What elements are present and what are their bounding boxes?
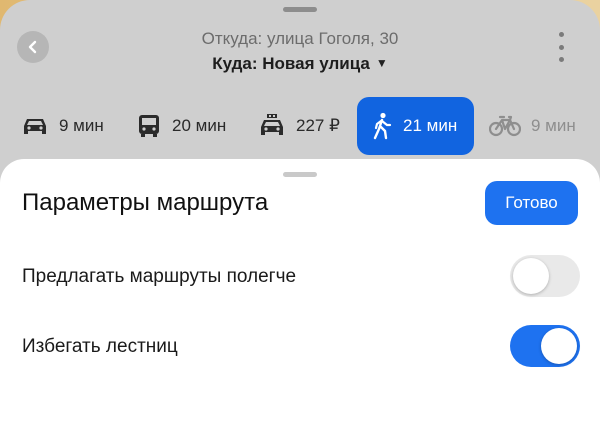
- route-from-field[interactable]: Откуда: улица Гоголя, 30: [0, 29, 600, 49]
- mode-label: 21 мин: [403, 116, 458, 135]
- more-options-button[interactable]: [553, 32, 569, 62]
- walking-icon: [373, 112, 392, 140]
- bicycle-icon: [489, 115, 521, 137]
- sheet-title: Параметры маршрута: [22, 189, 269, 216]
- dropdown-caret-icon: ▼: [375, 56, 388, 70]
- sheet-drag-handle[interactable]: [283, 172, 317, 177]
- done-button[interactable]: Готово: [485, 181, 578, 225]
- option-avoid-stairs-label: Избегать лестниц: [22, 336, 178, 357]
- top-drag-handle[interactable]: [283, 7, 317, 12]
- option-easier-routes-label: Предлагать маршруты полегче: [22, 266, 297, 287]
- mode-taxi[interactable]: 227 ₽: [258, 97, 340, 155]
- dot-icon: [558, 44, 564, 50]
- mode-label: 227 ₽: [296, 116, 340, 135]
- mode-label: 9 мин: [59, 116, 104, 135]
- route-to-field[interactable]: Куда: Новая улица ▼: [0, 54, 600, 74]
- mode-bus[interactable]: 20 мин: [136, 97, 226, 155]
- mode-label: 20 мин: [172, 116, 227, 135]
- dot-icon: [558, 32, 564, 37]
- toggle-knob: [513, 258, 549, 294]
- mode-walking[interactable]: 21 мин: [357, 97, 474, 155]
- mode-car[interactable]: 9 мин: [21, 97, 104, 155]
- bus-icon: [139, 115, 159, 137]
- transport-modes: 9 мин 20 мин 227 ₽ 21 мин 9 мин: [0, 97, 600, 155]
- avoid-stairs-toggle[interactable]: [510, 325, 580, 367]
- route-to-label: Куда: Новая улица: [212, 54, 370, 73]
- car-icon: [24, 119, 46, 134]
- toggle-knob: [541, 328, 577, 364]
- dot-icon: [558, 57, 564, 62]
- route-from-label: Откуда: улица Гоголя, 30: [201, 29, 399, 48]
- easier-routes-toggle[interactable]: [510, 255, 580, 297]
- route-settings-sheet: Параметры маршрута Готово Предлагать мар…: [0, 159, 600, 444]
- mode-label: 9 мин: [531, 116, 576, 135]
- taxi-icon: [261, 114, 283, 135]
- mode-bicycle[interactable]: 9 мин: [489, 97, 576, 155]
